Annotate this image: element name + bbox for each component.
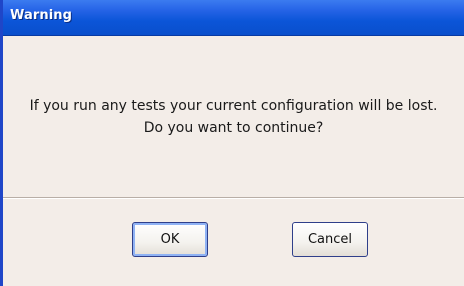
dialog-title: Warning [10, 8, 73, 23]
cancel-button[interactable]: Cancel [292, 222, 368, 257]
message-line-1: If you run any tests your current config… [29, 98, 438, 114]
message-line-2: Do you want to continue? [143, 120, 324, 136]
dialog-message: If you run any tests your current config… [3, 95, 464, 139]
warning-dialog: Warning If you run any tests your curren… [0, 0, 464, 286]
dialog-divider [3, 197, 464, 199]
ok-button[interactable]: OK [132, 222, 208, 257]
dialog-titlebar[interactable]: Warning [3, 0, 464, 36]
